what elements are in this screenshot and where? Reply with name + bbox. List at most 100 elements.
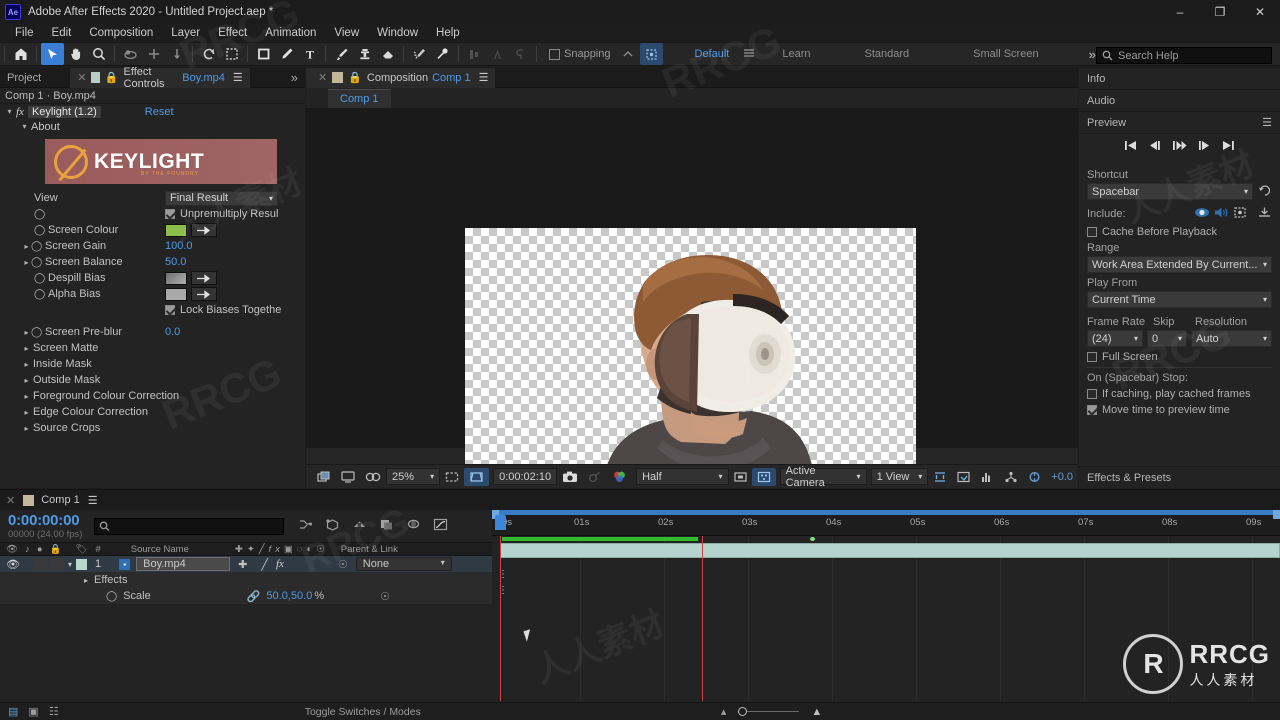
effect-header-row[interactable]: ▾ fx Keylight (1.2) Reset — [0, 104, 305, 119]
workspace-learn[interactable]: Learn — [768, 45, 824, 63]
zoom-level-dropdown[interactable]: 25% ▾ — [386, 468, 441, 485]
region-of-interest-icon[interactable] — [440, 468, 464, 486]
timeline-zoom-slider[interactable] — [738, 707, 800, 716]
panel-effects-presets[interactable]: Effects & Presets — [1079, 466, 1280, 488]
roto-brush-tool[interactable] — [408, 43, 431, 65]
parent-pickwhip-icon[interactable]: ☉ — [338, 558, 348, 571]
selection-tool[interactable] — [41, 43, 64, 65]
layer-label-color[interactable] — [75, 558, 87, 570]
transfer-controls-icon[interactable]: ☷ — [49, 705, 59, 718]
chevron-down-icon[interactable]: ▾ — [20, 122, 29, 131]
view-dropdown[interactable]: Final Result ▾ — [165, 190, 278, 206]
minimize-button[interactable]: – — [1160, 0, 1200, 24]
menu-help[interactable]: Help — [427, 25, 469, 41]
frame-rate-dropdown[interactable]: (24) ▾ — [1087, 330, 1143, 347]
if-caching-checkbox[interactable] — [1087, 389, 1097, 399]
stopwatch-icon[interactable]: ◯ — [34, 225, 45, 236]
current-time-indicator-head[interactable] — [495, 515, 506, 530]
solo-icon[interactable]: ● — [37, 544, 43, 555]
menu-composition[interactable]: Composition — [80, 25, 162, 41]
puppet-pin-tool[interactable] — [431, 43, 454, 65]
workspace-menu-icon[interactable] — [743, 48, 755, 61]
group-source-crops[interactable]: ▸ Source Crops — [0, 420, 305, 436]
chevron-right-icon[interactable]: ▸ — [22, 424, 31, 433]
previous-frame-icon[interactable] — [1148, 140, 1161, 154]
video-icon[interactable] — [1194, 206, 1210, 222]
stopwatch-icon[interactable]: ◯ — [34, 273, 45, 284]
stopwatch-icon[interactable]: ◯ — [31, 327, 42, 338]
screen-pre-blur-value[interactable]: 0.0 — [165, 326, 180, 338]
prop-view[interactable]: View Final Result ▾ — [0, 190, 305, 206]
range-dropdown[interactable]: Work Area Extended By Current... ▾ — [1087, 256, 1272, 273]
prop-screen-gain[interactable]: ▸ ◯ Screen Gain 100.0 — [0, 238, 305, 254]
stopwatch-icon[interactable]: ◯ — [34, 209, 45, 220]
alpha-bias-swatch[interactable] — [165, 287, 187, 301]
frame-render-icon[interactable]: ▤ — [8, 705, 18, 718]
snapshot-camera-icon[interactable] — [557, 468, 583, 486]
audio-icon[interactable] — [1214, 206, 1229, 222]
panel-menu-icon[interactable]: ☰ — [1262, 116, 1272, 129]
skip-dropdown[interactable]: 0 ▾ — [1147, 330, 1187, 347]
clone-stamp-tool[interactable] — [353, 43, 376, 65]
panel-info[interactable]: Info — [1079, 68, 1280, 90]
hand-tool[interactable] — [64, 43, 87, 65]
despill-bias-swatch[interactable] — [165, 271, 187, 285]
toggle-mask-icon[interactable] — [336, 468, 360, 486]
full-screen-row[interactable]: Full Screen — [1087, 351, 1272, 363]
draft-3d-icon[interactable] — [325, 518, 340, 534]
timeline-current-time-group[interactable]: 0:00:00:00 00000 (24.00 fps) — [8, 512, 82, 540]
chevron-down-icon[interactable]: ▾ — [5, 107, 14, 116]
work-area-bar[interactable] — [492, 510, 1280, 515]
eyedropper-icon[interactable] — [191, 271, 217, 285]
prop-screen-balance[interactable]: ▸ ◯ Screen Balance 50.0 — [0, 254, 305, 270]
tab-project[interactable]: Project — [0, 68, 48, 88]
eyedropper-icon[interactable] — [191, 223, 217, 237]
workspace-default[interactable]: Default — [681, 45, 744, 63]
last-frame-icon[interactable] — [1222, 140, 1235, 154]
tab-effect-controls[interactable]: ✕ 🔒 Effect Controls Boy.mp4 ☰ — [70, 66, 250, 90]
current-time-indicator[interactable] — [500, 536, 501, 701]
snapping-checkbox[interactable] — [549, 48, 560, 60]
chevron-up-icon[interactable] — [617, 43, 640, 65]
play-from-dropdown[interactable]: Current Time ▾ — [1087, 291, 1272, 308]
preview-snapshot-icon[interactable] — [639, 43, 663, 65]
layer-source-name[interactable]: Boy.mp4 — [136, 557, 231, 571]
exposure-value[interactable]: +0.0 — [1046, 468, 1078, 486]
eye-icon[interactable]: 👁 — [6, 544, 18, 555]
layer-visibility-icon[interactable]: 👁 — [6, 558, 20, 571]
table-row[interactable]: 👁 ▾ 1 ▪ Boy.mp4 ✚ ╱ fx ☉ None ▾ — [0, 556, 492, 572]
close-button[interactable]: ✕ — [1240, 0, 1280, 24]
close-icon[interactable]: ✕ — [77, 71, 86, 84]
snapping-toggle[interactable]: Snapping — [549, 48, 611, 60]
toggle-switches-modes-button[interactable]: Toggle Switches / Modes — [305, 706, 421, 718]
work-area-end-handle[interactable] — [1273, 510, 1280, 519]
list-item[interactable]: ▸ Effects — [0, 572, 492, 588]
screen-colour-swatch[interactable] — [165, 223, 187, 237]
zoom-tool[interactable] — [87, 43, 110, 65]
layer-switch-quality[interactable]: ╱ — [261, 558, 268, 571]
current-timecode[interactable]: 0:00:02:10 — [493, 468, 558, 485]
source-name-header[interactable]: Source Name — [131, 544, 189, 555]
group-screen-matte[interactable]: ▸ Screen Matte — [0, 340, 305, 356]
screen-balance-value[interactable]: 50.0 — [165, 256, 186, 268]
lock-icon[interactable]: 🔒 — [348, 71, 362, 84]
layer-switch-collapse[interactable]: ✚ — [238, 558, 247, 571]
menu-view[interactable]: View — [325, 25, 368, 41]
effect-reset-link[interactable]: Reset — [145, 106, 174, 118]
menu-effect[interactable]: Effect — [209, 25, 256, 41]
first-frame-icon[interactable] — [1124, 140, 1137, 154]
character-icon[interactable] — [486, 43, 509, 65]
grid-guides-icon[interactable] — [464, 467, 490, 486]
rotation-tool[interactable] — [197, 43, 220, 65]
workspace-small-screen[interactable]: Small Screen — [959, 45, 1052, 63]
enable-motion-blur-icon[interactable] — [406, 518, 421, 534]
maximize-button[interactable]: ❐ — [1200, 0, 1240, 24]
layer-controls-icon[interactable] — [1233, 206, 1247, 222]
prop-lock-biases[interactable]: Lock Biases Togethe — [0, 302, 305, 318]
stopwatch-icon[interactable]: ◯ — [31, 257, 42, 268]
about-row[interactable]: ▾ About — [0, 119, 305, 134]
chevron-right-icon[interactable]: ▸ — [22, 408, 31, 417]
toggle-transparency-grid-icon[interactable] — [312, 468, 336, 486]
workspace-standard[interactable]: Standard — [851, 45, 924, 63]
audio-icon[interactable]: ♪ — [25, 544, 30, 555]
